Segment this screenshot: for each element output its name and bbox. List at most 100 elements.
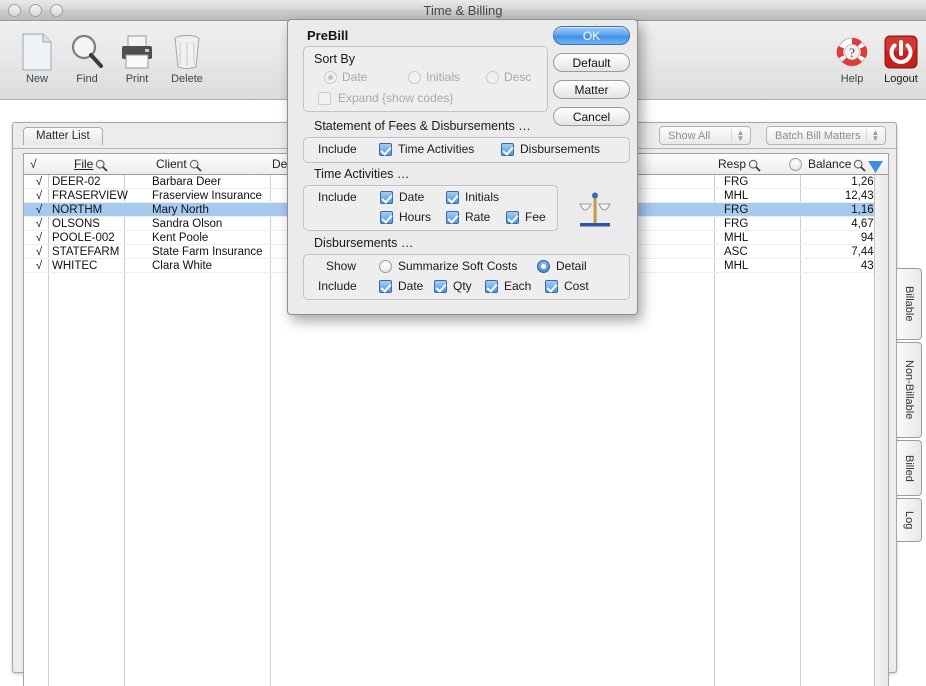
side-tab-non-billable[interactable]: Non-Billable: [897, 342, 922, 438]
column-header-check[interactable]: √: [30, 154, 37, 174]
include-time-activities-label: Time Activities: [398, 142, 475, 156]
chevron-updown-icon: ▲ ▼: [871, 127, 880, 143]
cell-resp: FRG: [724, 218, 749, 230]
app-window: Time & Billing New Find Print Delete ? H…: [0, 0, 926, 686]
cell-client: State Farm Insurance: [152, 246, 263, 258]
batch-bill-matters-popup-value: Batch Bill Matters: [775, 130, 861, 142]
time-initials-checkbox[interactable]: [446, 191, 459, 204]
time-fee-label: Fee: [525, 210, 546, 224]
time-activities-section-label: Time Activities …: [314, 167, 410, 181]
matter-button[interactable]: Matter: [553, 80, 630, 99]
power-icon: [872, 27, 926, 71]
column-header-client[interactable]: Client: [156, 154, 202, 174]
cell-client: Kent Poole: [152, 232, 209, 244]
sort-by-label: Sort By: [314, 52, 355, 66]
toolbar-button-logout[interactable]: Logout: [872, 27, 926, 85]
default-button[interactable]: Default: [553, 53, 630, 72]
cancel-button[interactable]: Cancel: [553, 107, 630, 126]
cell-check: √: [35, 232, 43, 244]
show-all-popup[interactable]: Show All ▲ ▼: [659, 126, 751, 145]
column-header-resp-label: Resp: [718, 157, 747, 171]
tab-matter-list[interactable]: Matter List: [23, 127, 103, 145]
cell-check: √: [35, 204, 43, 216]
column-header-resp[interactable]: Resp: [718, 154, 761, 174]
time-rate-checkbox[interactable]: [446, 211, 459, 224]
sort-by-initials-label: Initials: [426, 70, 461, 84]
cell-resp: MHL: [724, 260, 749, 272]
cell-resp: FRG: [724, 176, 749, 188]
sort-by-date-label: Date: [342, 70, 368, 84]
disbursements-show-label: Show: [326, 259, 357, 273]
include-time-activities-checkbox[interactable]: [379, 143, 392, 156]
cell-resp: FRG: [724, 204, 749, 216]
balance-column-radio[interactable]: [789, 158, 802, 171]
disb-qty-checkbox[interactable]: [434, 280, 447, 293]
cell-file: DEER-02: [52, 176, 101, 188]
detail-label: Detail: [556, 259, 587, 273]
expand-show-codes-label: Expand {show codes}: [338, 91, 454, 105]
ok-button[interactable]: OK: [553, 26, 630, 45]
cell-file: NORTHM: [52, 204, 103, 216]
sort-by-initials-radio[interactable]: [408, 71, 421, 84]
cell-file: STATEFARM: [52, 246, 120, 258]
column-header-balance-label: Balance: [808, 157, 852, 171]
disbursements-section-label: Disbursements …: [314, 236, 414, 250]
side-tab-billed[interactable]: Billed: [897, 440, 922, 496]
cell-client: Clara White: [152, 260, 213, 272]
cell-resp: MHL: [724, 232, 749, 244]
sort-by-date-radio[interactable]: [324, 71, 337, 84]
include-disbursements-checkbox[interactable]: [501, 143, 514, 156]
column-header-client-label: Client: [156, 157, 187, 171]
expand-show-codes-checkbox[interactable]: [318, 92, 331, 105]
time-hours-label: Hours: [399, 210, 432, 224]
disb-cost-checkbox[interactable]: [545, 280, 558, 293]
table-vertical-scrollbar[interactable]: [874, 175, 888, 686]
chevron-updown-icon: ▲ ▼: [736, 127, 745, 143]
batch-bill-matters-popup[interactable]: Batch Bill Matters ▲ ▼: [766, 126, 886, 145]
time-hours-checkbox[interactable]: [380, 211, 393, 224]
summarize-soft-costs-label: Summarize Soft Costs: [398, 259, 518, 273]
disb-date-label: Date: [398, 279, 424, 293]
sort-descending-triangle-icon[interactable]: [867, 156, 884, 176]
cell-check: √: [35, 218, 43, 230]
cell-check: √: [35, 246, 43, 258]
time-date-label: Date: [399, 190, 425, 204]
search-icon[interactable]: [95, 158, 108, 172]
side-tab-billable[interactable]: Billable: [897, 268, 922, 340]
search-icon[interactable]: [748, 158, 761, 172]
toolbar-label-logout: Logout: [884, 73, 918, 85]
column-header-file[interactable]: File: [74, 154, 108, 174]
sort-by-desc-label: Desc: [504, 70, 532, 84]
disb-each-checkbox[interactable]: [485, 280, 498, 293]
time-initials-label: Initials: [465, 190, 500, 204]
time-fee-checkbox[interactable]: [506, 211, 519, 224]
detail-radio[interactable]: [537, 260, 550, 273]
column-header-check-label: √: [30, 157, 37, 171]
search-icon[interactable]: [189, 158, 202, 172]
side-tab-strip: Billable Non-Billable Billed Log: [897, 262, 924, 542]
statement-include-label: Include: [318, 142, 357, 156]
cell-file: WHITEC: [52, 260, 98, 272]
summarize-soft-costs-radio[interactable]: [379, 260, 392, 273]
include-disbursements-label: Disbursements: [520, 142, 601, 156]
toolbar-button-delete[interactable]: Delete: [158, 27, 216, 85]
sort-by-desc-radio[interactable]: [486, 71, 499, 84]
time-activities-include-label: Include: [318, 190, 357, 204]
scales-of-justice-icon: [576, 188, 614, 235]
disb-each-label: Each: [504, 279, 532, 293]
cell-check: √: [35, 190, 43, 202]
disb-qty-label: Qty: [453, 279, 472, 293]
side-tab-non-billable-label: Non-Billable: [903, 360, 915, 420]
cell-resp: ASC: [724, 246, 748, 258]
window-title: Time & Billing: [423, 3, 503, 18]
side-tab-log[interactable]: Log: [897, 498, 922, 542]
show-all-popup-value: Show All: [668, 130, 711, 142]
disb-date-checkbox[interactable]: [379, 280, 392, 293]
cell-client: Mary North: [152, 204, 209, 216]
column-header-balance[interactable]: Balance: [808, 154, 866, 174]
cell-resp: MHL: [724, 190, 749, 202]
time-date-checkbox[interactable]: [380, 191, 393, 204]
side-tab-log-label: Log: [903, 510, 915, 530]
search-icon[interactable]: [853, 158, 866, 172]
dialog-title: PreBill: [307, 28, 349, 43]
